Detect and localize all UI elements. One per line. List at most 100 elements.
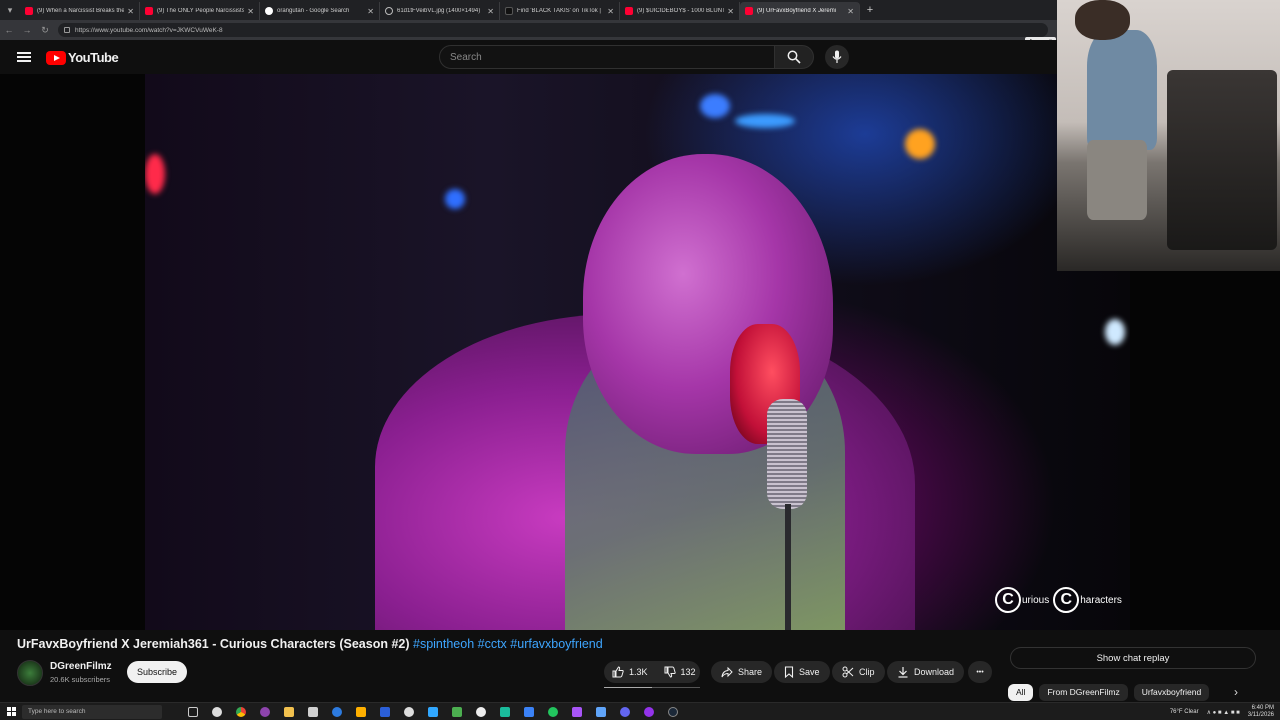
app-icon[interactable] [380, 706, 390, 717]
browser-tab-active[interactable]: (9) UrFavxBoyfriend X Jeremi ✕ [740, 2, 860, 20]
chrome-icon[interactable] [236, 706, 246, 717]
save-button[interactable]: Save [774, 661, 830, 683]
show-chat-replay-button[interactable]: Show chat replay [1010, 647, 1256, 669]
video-title: UrFavxBoyfriend X Jeremiah361 - Curious … [17, 637, 603, 651]
back-icon[interactable]: ← [0, 25, 18, 35]
subscribe-button[interactable]: Subscribe [127, 661, 187, 683]
new-tab-button[interactable]: + [862, 4, 878, 16]
taskbar-clock[interactable]: 6:40 PM 3/11/2026 [1248, 705, 1274, 719]
tab-label: (9) $UICIDEBOY$ - 1000 BLUNTS ( [637, 8, 725, 14]
close-icon[interactable]: ✕ [847, 7, 854, 16]
menu-icon[interactable] [17, 52, 31, 62]
close-icon[interactable]: ✕ [727, 7, 734, 16]
stage-light [700, 94, 730, 118]
app-icon[interactable] [404, 706, 414, 717]
app-icon[interactable] [596, 706, 606, 717]
close-icon[interactable]: ✕ [247, 7, 254, 16]
app-icon[interactable] [212, 706, 222, 717]
app-icon[interactable] [548, 706, 558, 717]
tab-label: 61d1tFVeibVL.jpg (1400×1494) [397, 8, 481, 14]
weather-widget[interactable]: 76°F Clear [1170, 709, 1199, 715]
browser-tab[interactable]: orangutan - Google Search ✕ [260, 2, 380, 20]
watermark-text: haracters [1080, 594, 1122, 606]
share-icon [721, 666, 733, 677]
app-icon[interactable] [356, 706, 366, 717]
address-bar-row: ← → ↻ https://www.youtube.com/watch?v=JK… [0, 20, 1060, 40]
chevron-right-icon[interactable]: › [1234, 685, 1238, 699]
browser-tab[interactable]: (9) When a Narcissist Breaks the ✕ [20, 2, 140, 20]
youtube-logo[interactable]: YouTube [46, 50, 119, 65]
tray-icons[interactable]: ∧ ● ■ ▲ ■ ■ [1207, 709, 1240, 716]
tab-search-dropdown-icon[interactable]: ▾ [0, 0, 20, 20]
download-label: Download [914, 667, 955, 677]
search-button[interactable] [774, 45, 814, 69]
download-button[interactable]: Download [887, 661, 965, 683]
close-icon[interactable]: ✕ [127, 7, 134, 16]
url-input[interactable]: https://www.youtube.com/watch?v=JKWCVuWe… [58, 23, 1048, 37]
close-icon[interactable]: ✕ [607, 7, 614, 16]
chip-all[interactable]: All [1008, 683, 1034, 701]
video-hashtags[interactable]: #spintheoh #cctx #urfavxboyfriend [413, 637, 603, 651]
webcam-person-head [1075, 0, 1130, 40]
clock-date: 3/11/2026 [1247, 712, 1274, 718]
youtube-icon [25, 7, 33, 15]
voice-search-button[interactable] [825, 45, 849, 69]
more-icon: ••• [976, 668, 984, 676]
dislike-button[interactable]: 132 [656, 661, 704, 683]
video-frame[interactable] [145, 74, 1130, 630]
app-icon[interactable] [260, 706, 270, 717]
microphone-icon [832, 50, 842, 63]
chip-urfavxboyfriend[interactable]: Urfavxboyfriend [1133, 683, 1210, 701]
browser-tab[interactable]: Find 'BLACK TAKIS' on TikTok | Tik ✕ [500, 2, 620, 20]
stage-light [145, 154, 165, 194]
tiktok-icon [505, 7, 513, 15]
windows-start-icon[interactable] [0, 707, 22, 716]
app-icon[interactable] [308, 706, 318, 717]
reload-icon[interactable]: ↻ [36, 25, 54, 36]
browser-tab[interactable]: 61d1tFVeibVL.jpg (1400×1494) ✕ [380, 2, 500, 20]
site-info-icon[interactable] [64, 27, 70, 33]
browser-tab[interactable]: (9) The ONLY People Narcissists S ✕ [140, 2, 260, 20]
watermark-letter: C [995, 587, 1021, 613]
search-input[interactable]: Search [439, 45, 775, 69]
app-icon[interactable] [452, 706, 462, 717]
logo-text: YouTube [68, 50, 119, 65]
app-icon[interactable] [428, 706, 438, 717]
app-icon[interactable] [620, 706, 630, 717]
close-icon[interactable]: ✕ [367, 7, 374, 16]
chat-replay-label: Show chat replay [1096, 652, 1170, 664]
app-icon[interactable] [524, 706, 534, 717]
app-icon[interactable] [332, 706, 342, 717]
taskbar-search-input[interactable]: Type here to search [22, 704, 162, 719]
clip-button[interactable]: Clip [832, 661, 885, 683]
browser-tab[interactable]: (9) $UICIDEBOY$ - 1000 BLUNTS (✕ [620, 2, 740, 20]
video-title-text: UrFavxBoyfriend X Jeremiah361 - Curious … [17, 637, 410, 651]
recommendation-chips: All From DGreenFilmz Urfavxboyfriend [1008, 683, 1248, 701]
close-icon[interactable]: ✕ [487, 7, 494, 16]
app-icon[interactable] [476, 706, 486, 717]
microphone-stand [785, 504, 791, 630]
app-icon[interactable] [572, 706, 582, 717]
like-button[interactable]: 1.3K [604, 661, 656, 683]
steam-icon[interactable] [668, 706, 678, 717]
chip-from-channel[interactable]: From DGreenFilmz [1039, 683, 1128, 701]
tab-label: (9) The ONLY People Narcissists S [157, 8, 245, 14]
app-icon[interactable] [500, 706, 510, 717]
more-actions-button[interactable]: ••• [968, 661, 992, 683]
tab-label: (9) UrFavxBoyfriend X Jeremi [757, 8, 837, 14]
task-view-icon[interactable] [188, 706, 198, 717]
scissors-icon [842, 666, 854, 678]
like-dislike-group: 1.3K 132 [604, 661, 700, 683]
channel-avatar[interactable] [17, 660, 43, 686]
file-explorer-icon[interactable] [284, 706, 294, 717]
share-button[interactable]: Share [711, 661, 773, 683]
youtube-icon [745, 7, 753, 15]
app-icon[interactable] [644, 706, 654, 717]
search-icon [787, 50, 801, 64]
subscriber-count: 20.6K subscribers [50, 675, 111, 684]
system-tray: 76°F Clear ∧ ● ■ ▲ ■ ■ 6:40 PM 3/11/2026 [1170, 705, 1274, 719]
forward-icon[interactable]: → [18, 25, 36, 35]
stage-light [905, 129, 935, 159]
channel-name[interactable]: DGreenFilmz [50, 661, 112, 672]
like-ratio-bar [604, 687, 700, 688]
